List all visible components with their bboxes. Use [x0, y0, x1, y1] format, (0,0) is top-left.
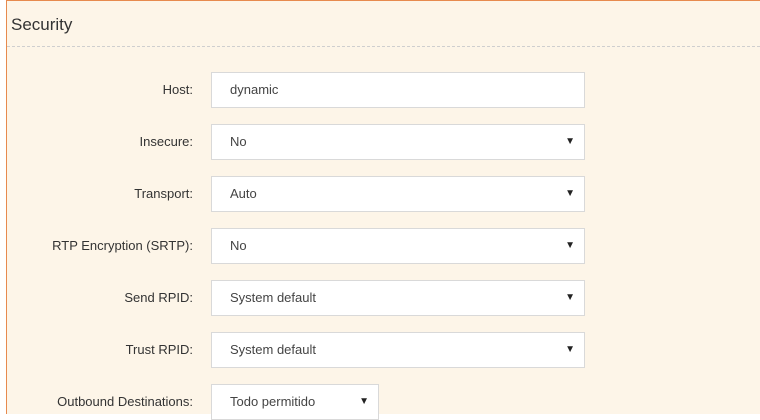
send-rpid-select[interactable]: System default ▼: [211, 280, 585, 316]
outbound-select[interactable]: Todo permitido ▼: [211, 384, 379, 420]
srtp-value: No: [230, 238, 247, 253]
caret-down-icon: ▼: [565, 240, 575, 251]
insecure-select[interactable]: No ▼: [211, 124, 585, 160]
host-field-box[interactable]: [211, 72, 585, 108]
trust-rpid-value: System default: [230, 342, 316, 357]
send-rpid-value: System default: [230, 290, 316, 305]
srtp-label: RTP Encryption (SRTP):: [52, 238, 193, 253]
caret-down-icon: ▼: [565, 136, 575, 147]
outbound-label: Outbound Destinations:: [57, 394, 193, 409]
srtp-row: RTP Encryption (SRTP): No ▼: [7, 228, 760, 264]
transport-label: Transport:: [134, 186, 193, 201]
transport-value: Auto: [230, 186, 257, 201]
insecure-value: No: [230, 134, 247, 149]
caret-down-icon: ▼: [565, 292, 575, 303]
security-panel: Security Host: Insecure: No ▼ Transport:…: [6, 0, 760, 420]
host-input[interactable]: [230, 73, 560, 106]
caret-down-icon: ▼: [565, 188, 575, 199]
outbound-row: Outbound Destinations: Todo permitido ▼: [7, 384, 760, 420]
send-rpid-label: Send RPID:: [124, 290, 193, 305]
host-row: Host:: [7, 72, 760, 108]
insecure-row: Insecure: No ▼: [7, 124, 760, 160]
section-title: Security: [11, 15, 73, 34]
srtp-select[interactable]: No ▼: [211, 228, 585, 264]
caret-down-icon: ▼: [565, 344, 575, 355]
insecure-label: Insecure:: [139, 134, 193, 149]
trust-rpid-select[interactable]: System default ▼: [211, 332, 585, 368]
transport-row: Transport: Auto ▼: [7, 176, 760, 212]
send-rpid-row: Send RPID: System default ▼: [7, 280, 760, 316]
outbound-value: Todo permitido: [230, 394, 316, 409]
trust-rpid-label: Trust RPID:: [125, 342, 193, 357]
section-divider: [7, 46, 760, 47]
transport-select[interactable]: Auto ▼: [211, 176, 585, 212]
trust-rpid-row: Trust RPID: System default ▼: [7, 332, 760, 368]
host-label: Host:: [162, 82, 193, 97]
